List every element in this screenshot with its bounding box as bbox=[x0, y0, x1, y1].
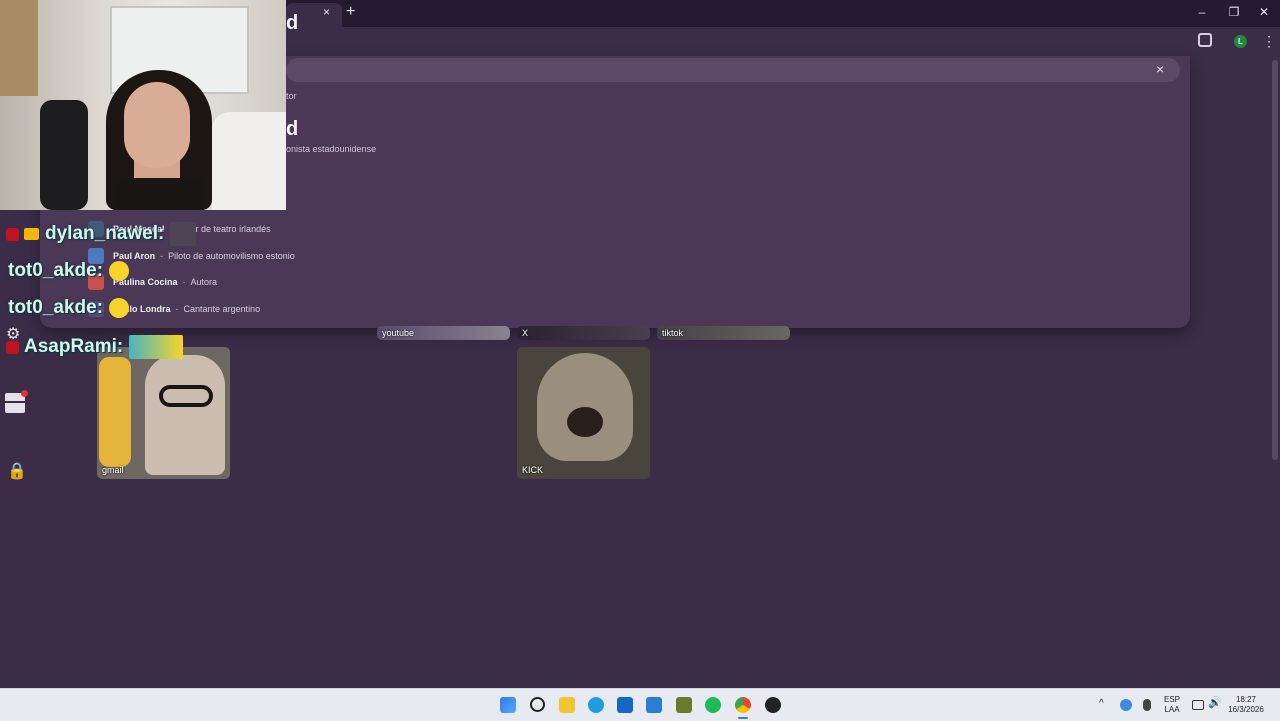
webcam-pillow bbox=[212, 112, 286, 210]
windows-taskbar bbox=[0, 688, 1280, 721]
extensions-icon[interactable] bbox=[1198, 33, 1212, 47]
result-title-partial[interactable]: d bbox=[286, 118, 298, 141]
chat-emote bbox=[109, 298, 130, 318]
file-explorer-icon[interactable] bbox=[559, 697, 575, 713]
chat-emote bbox=[129, 335, 184, 359]
chat-message: tot0_akde : bbox=[8, 260, 130, 282]
edge-browser-icon[interactable] bbox=[588, 697, 604, 713]
system-clock[interactable]: 18:27 16/3/2026 bbox=[1226, 695, 1266, 715]
chat-separator: : bbox=[158, 223, 165, 244]
search-clear-button[interactable]: × bbox=[1156, 61, 1164, 77]
tile-label: tiktok bbox=[662, 328, 684, 338]
chat-separator: : bbox=[96, 297, 104, 318]
onedrive-icon[interactable] bbox=[1120, 699, 1132, 711]
clock-time: 18:27 bbox=[1235, 695, 1257, 704]
suggestion-separator: - bbox=[160, 251, 164, 261]
shortcut-tile-tiktok[interactable]: tiktok bbox=[657, 326, 790, 340]
chat-message: tot0_akde : bbox=[8, 297, 130, 319]
tab-close-button[interactable]: × bbox=[323, 5, 330, 19]
webcam-person-clothing bbox=[114, 178, 204, 210]
chat-separator: : bbox=[116, 336, 124, 357]
cat-graphic bbox=[145, 355, 225, 475]
page-header-partial: d bbox=[286, 12, 299, 34]
language-code: ESP bbox=[1163, 695, 1180, 704]
chrome-icon[interactable] bbox=[735, 697, 751, 713]
webcam-person-face bbox=[124, 82, 190, 168]
store-icon[interactable] bbox=[617, 697, 633, 713]
badge-icon bbox=[6, 227, 19, 241]
suggestion-description: Autora bbox=[190, 277, 218, 287]
volume-icon[interactable]: 🔊 bbox=[1208, 698, 1222, 709]
result-snippet-top: tor bbox=[286, 91, 297, 101]
tile-label: X bbox=[522, 328, 529, 338]
chat-username: AsapRami bbox=[24, 336, 117, 357]
webcam-backpack bbox=[40, 100, 88, 210]
chat-message: AsapRami : bbox=[6, 335, 184, 359]
microphone-icon[interactable] bbox=[1143, 699, 1151, 711]
clock-date: 16/3/2026 bbox=[1228, 705, 1264, 714]
webcam-corkboard bbox=[0, 0, 38, 96]
app-icon[interactable] bbox=[676, 697, 692, 713]
profile-avatar[interactable]: L bbox=[1234, 35, 1247, 48]
language-indicator[interactable]: ESP LAA bbox=[1160, 695, 1184, 715]
tile-label: youtube bbox=[382, 328, 415, 338]
outlook-icon[interactable] bbox=[646, 697, 662, 713]
page-scrollbar[interactable] bbox=[1272, 60, 1278, 460]
webcam-overlay bbox=[0, 0, 286, 210]
shortcut-tile-youtube[interactable]: youtube bbox=[377, 326, 510, 340]
active-app-indicator bbox=[738, 717, 748, 719]
chat-message: dylan_nawel : bbox=[6, 222, 197, 246]
suggestion-description: Piloto de automovilismo estonio bbox=[168, 251, 295, 261]
crown-badge-icon bbox=[24, 228, 39, 240]
chat-username: dylan_nawel bbox=[45, 223, 158, 244]
chat-username: tot0_akde bbox=[8, 297, 97, 318]
obs-icon[interactable] bbox=[765, 697, 781, 713]
tile-label: gmail bbox=[102, 465, 124, 475]
window-restore-button[interactable]: ❐ bbox=[1224, 5, 1244, 19]
search-icon[interactable] bbox=[530, 697, 545, 712]
shortcut-tile-x[interactable]: X bbox=[517, 326, 650, 340]
tile-label: KICK bbox=[522, 465, 544, 475]
shortcut-tile-gmail[interactable]: gmail bbox=[97, 347, 230, 479]
suggestion-separator: - bbox=[175, 304, 179, 314]
new-tab-button[interactable]: + bbox=[346, 3, 355, 21]
search-input[interactable] bbox=[286, 58, 1180, 82]
windows-start-icon[interactable] bbox=[500, 697, 516, 713]
suggestion-separator: - bbox=[182, 277, 186, 287]
hand-emoji-graphic bbox=[99, 357, 131, 467]
chat-emote bbox=[109, 261, 130, 281]
lock-icon[interactable]: 🔒 bbox=[7, 461, 27, 481]
layers-icon[interactable] bbox=[5, 390, 28, 413]
result-snippet-bottom: onista estadounidense bbox=[286, 144, 377, 154]
tray-overflow-chevron[interactable]: ^ bbox=[1099, 699, 1104, 709]
window-close-button[interactable]: ✕ bbox=[1254, 5, 1274, 19]
window-minimize-button[interactable]: – bbox=[1192, 5, 1212, 19]
shortcut-tile-kick[interactable]: KICK bbox=[517, 347, 650, 479]
chat-emote bbox=[170, 222, 197, 246]
chat-separator: : bbox=[96, 260, 104, 281]
suggestion-description: Cantante argentino bbox=[183, 304, 261, 314]
spotify-icon[interactable] bbox=[705, 697, 721, 713]
settings-icon[interactable]: ⚙ bbox=[6, 324, 20, 344]
network-icon[interactable] bbox=[1192, 700, 1204, 710]
browser-menu-icon[interactable]: ⋮ bbox=[1262, 33, 1276, 50]
figure-mouth-graphic bbox=[567, 407, 603, 437]
chat-username: tot0_akde bbox=[8, 260, 97, 281]
glasses-graphic bbox=[159, 385, 213, 407]
keyboard-layout: LAA bbox=[1164, 705, 1180, 714]
